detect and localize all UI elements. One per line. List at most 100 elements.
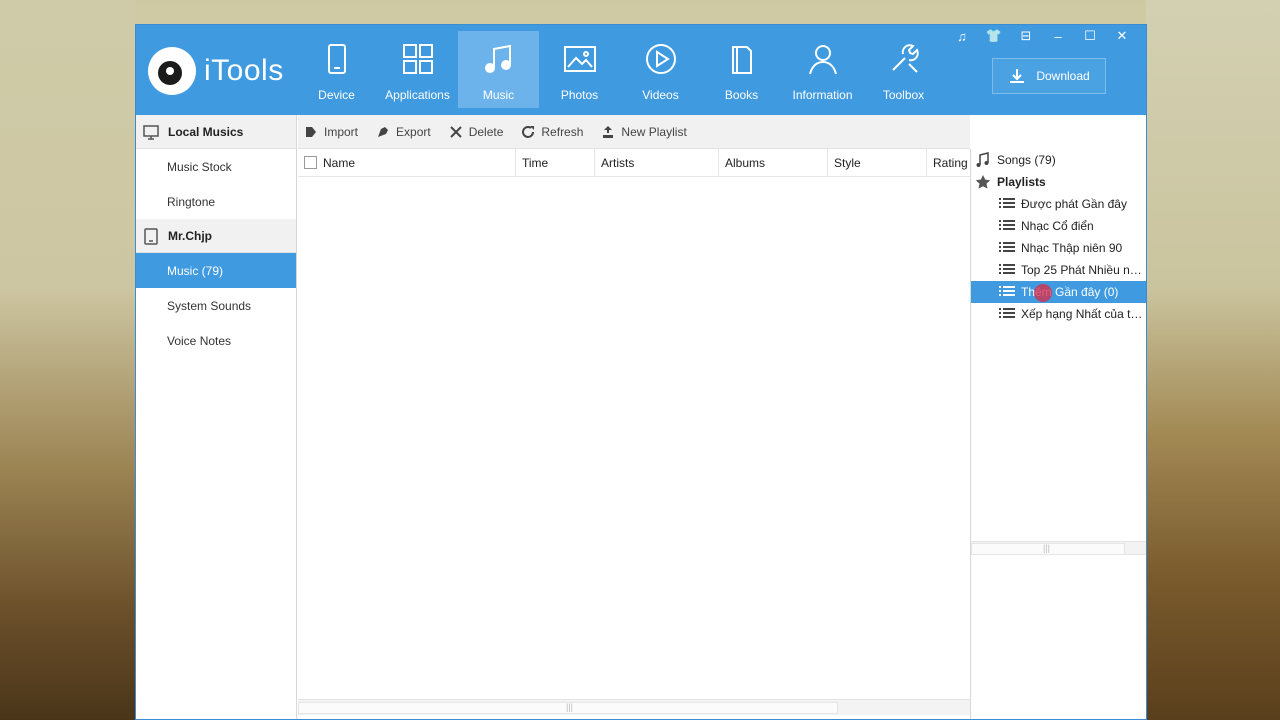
sidebar-item-system-sounds[interactable]: System Sounds xyxy=(136,288,296,323)
music-icon xyxy=(482,42,516,76)
applications-icon xyxy=(401,42,435,76)
top-header: iTools Device Applications Music Photos … xyxy=(136,25,1146,115)
nav-books-label: Books xyxy=(724,88,759,102)
sidebar: Local Musics Music Stock Ringtone Mr.Chj… xyxy=(136,115,297,719)
device-icon xyxy=(320,42,354,76)
column-artists[interactable]: Artists xyxy=(595,148,719,177)
column-time[interactable]: Time xyxy=(516,148,595,177)
delete-button[interactable]: Delete xyxy=(449,124,504,139)
playlist-label: Nhạc Thập niên 90 xyxy=(1021,241,1123,255)
playlist-item[interactable]: Nhạc Cổ điển xyxy=(971,215,1146,237)
list-icon xyxy=(999,198,1015,208)
close-button[interactable]: ✕ xyxy=(1106,27,1138,45)
table-header: Name Time Artists Albums Style Rating xyxy=(298,148,970,177)
minimize-button[interactable]: – xyxy=(1042,27,1074,45)
sidebar-header-local-label: Local Musics xyxy=(168,124,244,139)
playlist-label: Xếp hạng Nhất của tôi... xyxy=(1021,307,1146,321)
playlist-label: Nhạc Cổ điển xyxy=(1021,219,1094,233)
playlist-item[interactable]: Nhạc Thập niên 90 xyxy=(971,237,1146,259)
tree-playlists-label: Playlists xyxy=(997,175,1046,189)
monitor-icon xyxy=(143,124,159,140)
skin-icon[interactable]: 👕 xyxy=(978,27,1010,45)
delete-icon xyxy=(449,125,462,138)
export-button[interactable]: Export xyxy=(376,125,431,139)
list-icon xyxy=(999,242,1015,252)
toolbox-icon xyxy=(887,42,921,76)
new-playlist-button[interactable]: New Playlist xyxy=(601,124,687,139)
refresh-button[interactable]: Refresh xyxy=(521,125,583,139)
export-label: Export xyxy=(396,124,431,139)
column-rating[interactable]: Rating xyxy=(927,149,970,177)
select-all-checkbox[interactable] xyxy=(304,156,317,169)
music-mini-icon[interactable]: ♫ xyxy=(946,27,978,45)
maximize-button[interactable]: ☐ xyxy=(1074,27,1106,45)
column-albums[interactable]: Albums xyxy=(719,148,828,177)
sidebar-item-voice-notes[interactable]: Voice Notes xyxy=(136,323,296,358)
videos-icon xyxy=(644,42,678,76)
new-playlist-icon xyxy=(603,125,614,138)
music-note-icon xyxy=(976,152,989,167)
books-icon xyxy=(725,42,759,76)
import-label: Import xyxy=(324,124,359,139)
information-icon xyxy=(806,42,840,76)
nav-device[interactable]: Device xyxy=(296,31,377,108)
list-icon xyxy=(999,264,1015,274)
sidebar-header-device[interactable]: Mr.Chjp xyxy=(136,219,296,253)
import-icon xyxy=(306,126,316,137)
tree-songs[interactable]: Songs (79) xyxy=(971,149,1146,171)
desktop-background-left xyxy=(0,0,136,720)
nav-toolbox-label: Toolbox xyxy=(882,88,925,102)
main-nav: Device Applications Music Photos Videos … xyxy=(296,31,944,108)
playlist-item[interactable]: Xếp hạng Nhất của tôi... xyxy=(971,303,1146,325)
nav-videos-label: Videos xyxy=(642,88,679,102)
click-indicator-icon xyxy=(1034,284,1052,302)
import-button[interactable]: Import xyxy=(304,125,358,139)
nav-applications-label: Applications xyxy=(385,88,450,102)
star-icon xyxy=(975,175,991,189)
playlist-item-selected[interactable]: Thêm Gần đây (0) xyxy=(971,281,1146,303)
list-icon xyxy=(999,220,1015,230)
nav-photos-label: Photos xyxy=(560,88,599,102)
nav-videos[interactable]: Videos xyxy=(620,31,701,108)
list-icon xyxy=(999,308,1015,318)
playlist-tree: Songs (79) Playlists Được phát Gần đây N… xyxy=(970,149,1146,719)
nav-device-label: Device xyxy=(318,88,355,102)
scrollbar-grip-icon: ||| xyxy=(566,702,574,712)
desktop-background-right xyxy=(1146,0,1280,720)
download-button[interactable]: Download xyxy=(992,58,1106,94)
song-list xyxy=(298,178,970,698)
tree-playlists-header[interactable]: Playlists xyxy=(971,171,1146,193)
nav-information[interactable]: Information xyxy=(782,31,863,108)
nav-toolbox[interactable]: Toolbox xyxy=(863,31,944,108)
nav-applications[interactable]: Applications xyxy=(377,31,458,108)
sidebar-item-music[interactable]: Music (79) xyxy=(136,253,296,288)
sidebar-item-ringtone[interactable]: Ringtone xyxy=(136,184,296,219)
sidebar-header-device-label: Mr.Chjp xyxy=(168,228,212,243)
download-label: Download xyxy=(1036,69,1090,83)
horizontal-scrollbar[interactable]: ||| xyxy=(298,699,970,715)
tree-horizontal-scrollbar[interactable]: ||| xyxy=(971,541,1146,555)
column-name-label: Name xyxy=(323,155,356,170)
nav-books[interactable]: Books xyxy=(701,31,782,108)
app-name: iTools xyxy=(204,54,284,87)
new-playlist-label: New Playlist xyxy=(621,124,687,139)
photos-icon xyxy=(563,42,597,76)
settings-icon[interactable]: ⊟ xyxy=(1010,27,1042,45)
window-controls: ♫ 👕 ⊟ – ☐ ✕ xyxy=(946,27,1138,45)
delete-label: Delete xyxy=(468,124,504,139)
nav-music[interactable]: Music xyxy=(458,31,539,108)
column-style[interactable]: Style xyxy=(828,148,927,177)
nav-photos[interactable]: Photos xyxy=(539,31,620,108)
main-panel: Import Export Delete Refresh New Playlis… xyxy=(298,115,970,719)
export-icon xyxy=(378,126,389,137)
nav-information-label: Information xyxy=(792,88,853,102)
playlist-label: Được phát Gần đây xyxy=(1021,197,1127,211)
app-logo: iTools xyxy=(148,47,284,95)
playlist-item[interactable]: Top 25 Phát Nhiều nh... xyxy=(971,259,1146,281)
sidebar-item-music-stock[interactable]: Music Stock xyxy=(136,149,296,184)
playlist-item[interactable]: Được phát Gần đây xyxy=(971,193,1146,215)
column-name[interactable]: Name xyxy=(298,148,516,177)
itools-window: iTools Device Applications Music Photos … xyxy=(135,24,1147,720)
sidebar-header-local[interactable]: Local Musics xyxy=(136,115,296,149)
tree-scrollbar-grip-icon: ||| xyxy=(1043,543,1051,553)
